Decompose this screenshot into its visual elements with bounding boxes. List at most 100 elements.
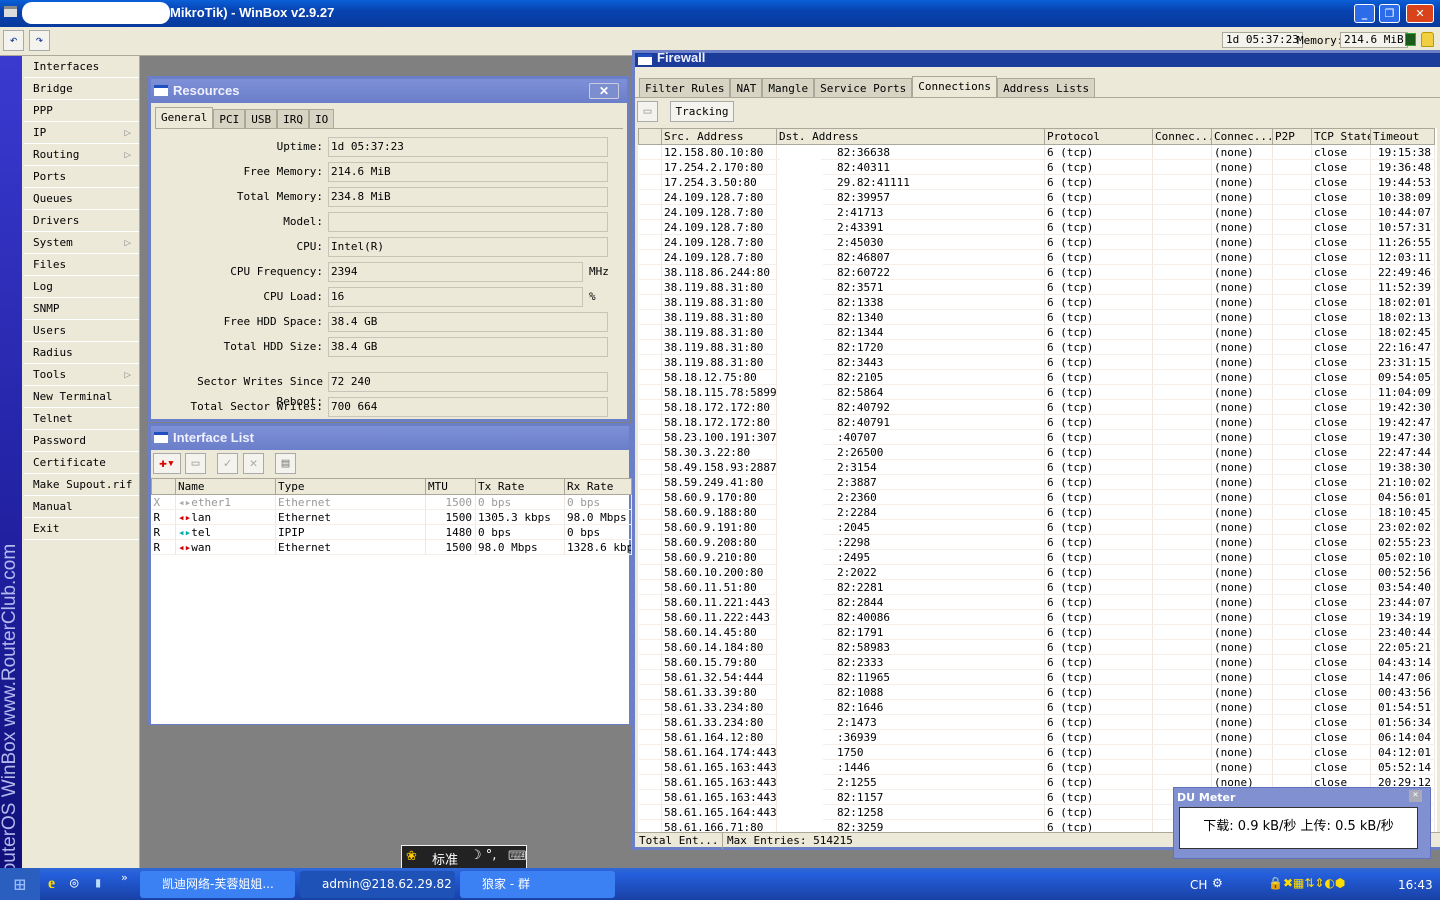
column-header[interactable]: TCP State bbox=[1311, 128, 1371, 145]
tab-service-ports[interactable]: Service Ports bbox=[814, 78, 913, 97]
browser-icon[interactable]: ◎ bbox=[70, 875, 78, 891]
sidebar-item-make-supout-rif[interactable]: Make Supout.rif bbox=[24, 474, 139, 496]
enable-icon[interactable]: ✓ bbox=[217, 453, 238, 474]
sidebar-item-ports[interactable]: Ports bbox=[24, 166, 139, 188]
connection-row[interactable]: 58.18.172.172:80 82:40792 6 (tcp) (none) clo… bbox=[638, 399, 1435, 415]
connection-row[interactable]: 58.60.10.200:80 2:2022 6 (tcp) (none) close 0… bbox=[638, 564, 1435, 580]
interface-list-title-bar[interactable]: Interface List bbox=[151, 426, 629, 450]
connection-row[interactable]: 17.254.2.170:80 82:40311 6 (tcp) (none) clos… bbox=[638, 159, 1435, 175]
connection-row[interactable]: 58.60.9.191:80:2045 6 (tcp) (none) close 23:… bbox=[638, 519, 1435, 535]
du-meter-widget[interactable]: DU Meter ✕ 下载: 0.9 kB/秒 上传: 0.5 kB/秒 bbox=[1173, 787, 1431, 859]
connection-row[interactable]: 38.118.86.244:80 82:60722 6 (tcp) (none) clo… bbox=[638, 264, 1435, 280]
connection-row[interactable]: 24.109.128.7:80 82:39957 6 (tcp) (none) clos… bbox=[638, 189, 1435, 205]
ime-bar[interactable]: ❀ 标准 ☽ °, ⌨ bbox=[401, 845, 527, 869]
sidebar-item-log[interactable]: Log bbox=[24, 276, 139, 298]
connection-row[interactable]: 12.158.80.10:80 82:36638 6 (tcp) (none) clos… bbox=[638, 144, 1435, 160]
task-browser[interactable]: 凯迪网络-芙蓉姐姐... bbox=[140, 871, 295, 898]
redo-icon[interactable]: ↷ bbox=[29, 30, 50, 51]
connection-row[interactable]: 58.61.32.54:444 82:11965 6 (tcp) (none) clos… bbox=[638, 669, 1435, 685]
connection-row[interactable]: 58.60.11.51:80 82:2281 6 (tcp) (none) close 0… bbox=[638, 579, 1435, 595]
sidebar-item-interfaces[interactable]: Interfaces bbox=[24, 56, 139, 78]
sidebar-item-users[interactable]: Users bbox=[24, 320, 139, 342]
resources-title-bar[interactable]: Resources ✕ bbox=[151, 79, 627, 103]
connection-row[interactable]: 38.119.88.31:80 82:3443 6 (tcp) (none) close… bbox=[638, 354, 1435, 370]
connection-row[interactable]: 58.49.158.93:28875 2:3154 6 (tcp) (none) clo… bbox=[638, 459, 1435, 475]
connection-row[interactable]: 58.61.164.12:80:36939 6 (tcp) (none) close 0… bbox=[638, 729, 1435, 745]
sidebar-item-bridge[interactable]: Bridge bbox=[24, 78, 139, 100]
tab-connections[interactable]: Connections bbox=[912, 76, 998, 97]
tab-general[interactable]: General bbox=[155, 107, 214, 128]
sidebar-item-drivers[interactable]: Drivers bbox=[24, 210, 139, 232]
connection-row[interactable]: 58.60.9.170:80 2:2360 6 (tcp) (none) close 04… bbox=[638, 489, 1435, 505]
tracking-button[interactable]: Tracking bbox=[670, 101, 734, 122]
sidebar-item-exit[interactable]: Exit bbox=[24, 518, 139, 540]
sidebar-item-password[interactable]: Password bbox=[24, 430, 139, 452]
connection-row[interactable]: 58.18.172.172:80 82:40791 6 (tcp) (none) clo… bbox=[638, 414, 1435, 430]
column-header[interactable]: MTU bbox=[425, 478, 476, 495]
disable-icon[interactable]: ✕ bbox=[243, 453, 264, 474]
connection-row[interactable]: 58.61.165.163:443:1446 6 (tcp) (none) close… bbox=[638, 759, 1435, 775]
sidebar-item-tools[interactable]: Tools ▷ bbox=[24, 364, 139, 386]
sidebar-item-ppp[interactable]: PPP bbox=[24, 100, 139, 122]
tab-irq[interactable]: IRQ bbox=[277, 109, 309, 128]
column-header[interactable] bbox=[151, 478, 176, 495]
connection-row[interactable]: 24.109.128.7:80 82:46807 6 (tcp) (none) clos… bbox=[638, 249, 1435, 265]
sidebar-item-snmp[interactable]: SNMP bbox=[24, 298, 139, 320]
task-qq[interactable]: 狼家 - 群 bbox=[460, 871, 615, 898]
tab-io[interactable]: IO bbox=[308, 109, 335, 128]
tab-address-lists[interactable]: Address Lists bbox=[997, 78, 1096, 97]
sidebar-item-routing[interactable]: Routing ▷ bbox=[24, 144, 139, 166]
sidebar-item-certificate[interactable]: Certificate bbox=[24, 452, 139, 474]
column-header[interactable]: Tx Rate bbox=[475, 478, 565, 495]
maximize-button[interactable]: ❐ bbox=[1379, 4, 1400, 23]
interface-row[interactable]: X ◂▸ether1 Ethernet 1500 0 bps 0 bps bbox=[151, 494, 632, 510]
add-icon[interactable]: ✚▾ bbox=[153, 453, 181, 474]
language-indicator[interactable]: CH bbox=[1190, 878, 1207, 892]
connection-row[interactable]: 58.23.100.191:3077:40707 6 (tcp) (none) clo… bbox=[638, 429, 1435, 445]
firewall-title-bar[interactable]: Firewall bbox=[635, 51, 1440, 67]
close-button[interactable]: ✕ bbox=[1406, 4, 1434, 23]
connection-row[interactable]: 58.60.15.79:80 82:2333 6 (tcp) (none) close 0… bbox=[638, 654, 1435, 670]
moon-icon[interactable]: ☽ °, bbox=[470, 848, 496, 863]
connection-row[interactable]: 58.60.14.45:80 82:1791 6 (tcp) (none) close 2… bbox=[638, 624, 1435, 640]
close-icon[interactable]: ✕ bbox=[1409, 790, 1422, 802]
connection-row[interactable]: 58.60.9.188:80 2:2284 6 (tcp) (none) close 18… bbox=[638, 504, 1435, 520]
app-icon[interactable]: ▮ bbox=[94, 875, 102, 891]
remove-icon[interactable]: ▭ bbox=[637, 101, 658, 122]
column-header[interactable]: Protocol bbox=[1044, 128, 1153, 145]
connection-row[interactable]: 24.109.128.7:80 2:45030 6 (tcp) (none) close… bbox=[638, 234, 1435, 250]
column-header[interactable]: Src. Address bbox=[661, 128, 777, 145]
interface-row[interactable]: R◂▸wanEthernet150098.0 Mbps1328.6 kbps bbox=[151, 539, 632, 555]
connection-row[interactable]: 58.59.249.41:80 2:3887 6 (tcp) (none) close 2… bbox=[638, 474, 1435, 490]
sidebar-item-system[interactable]: System ▷ bbox=[24, 232, 139, 254]
connection-row[interactable]: 58.30.3.22:80 2:26500 6 (tcp) (none) close 22… bbox=[638, 444, 1435, 460]
remove-icon[interactable]: ▭ bbox=[185, 453, 206, 474]
connection-row[interactable]: 58.60.14.184:80 82:58983 6 (tcp) (none) clos… bbox=[638, 639, 1435, 655]
close-button[interactable]: ✕ bbox=[589, 83, 619, 99]
connection-row[interactable]: 24.109.128.7:80 2:43391 6 (tcp) (none) close… bbox=[638, 219, 1435, 235]
tab-nat[interactable]: NAT bbox=[730, 78, 763, 97]
sidebar-item-queues[interactable]: Queues bbox=[24, 188, 139, 210]
keyboard-icon[interactable]: ⌨ bbox=[508, 849, 527, 864]
tab-pci[interactable]: PCI bbox=[213, 109, 246, 128]
task-winbox[interactable]: admin@218.62.29.82 ... bbox=[300, 871, 455, 898]
tab-usb[interactable]: USB bbox=[245, 109, 278, 128]
connection-row[interactable]: 58.60.9.210:80:2495 6 (tcp) (none) close 05:… bbox=[638, 549, 1435, 565]
connection-row[interactable]: 38.119.88.31:80 82:1338 6 (tcp) (none) close… bbox=[638, 294, 1435, 310]
column-header[interactable] bbox=[638, 128, 662, 145]
comment-icon[interactable]: ▤ bbox=[275, 453, 296, 474]
connection-row[interactable]: 38.119.88.31:80 82:1720 6 (tcp) (none) close… bbox=[638, 339, 1435, 355]
column-header[interactable]: P2P bbox=[1272, 128, 1312, 145]
column-header[interactable]: Connec... bbox=[1211, 128, 1273, 145]
connection-row[interactable]: 58.18.12.75:80 82:2105 6 (tcp) (none) close 0… bbox=[638, 369, 1435, 385]
interface-row[interactable]: R ◂▸tel IPIP 1480 0 bps 0 bps bbox=[151, 524, 632, 540]
sidebar-item-manual[interactable]: Manual bbox=[24, 496, 139, 518]
connection-row[interactable]: 17.254.3.50:80 29.82:41111 6 (tcp) (none) cl… bbox=[638, 174, 1435, 190]
column-header[interactable]: Rx Rate bbox=[564, 478, 632, 495]
tab-mangle[interactable]: Mangle bbox=[762, 78, 815, 97]
connection-row[interactable]: 58.60.11.221:443 82:2844 6 (tcp) (none) clos… bbox=[638, 594, 1435, 610]
connection-row[interactable]: 38.119.88.31:80 82:3571 6 (tcp) (none) close… bbox=[638, 279, 1435, 295]
connection-row[interactable]: 58.61.164.174:443 1750 6 (tcp) (none) close 0… bbox=[638, 744, 1435, 760]
minimize-button[interactable]: _ bbox=[1354, 4, 1375, 23]
column-header[interactable]: Type bbox=[275, 478, 426, 495]
